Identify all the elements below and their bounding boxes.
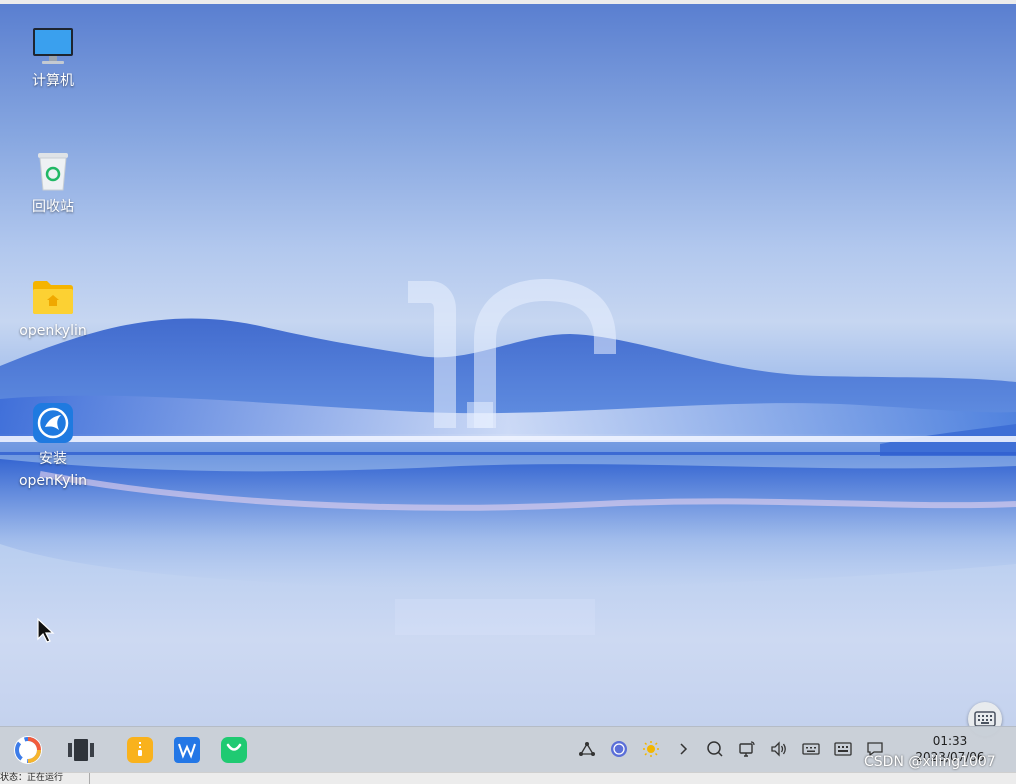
desktop-icon-label: openkylin	[19, 323, 87, 339]
clock-time: 01:33	[932, 734, 968, 748]
vm-status-bar: 状态：正在运行	[0, 772, 1016, 784]
status-separator	[89, 773, 90, 784]
desktop-icon-label-line1: 安装	[39, 451, 67, 467]
desktop-icon-trash[interactable]: 回收站	[8, 150, 98, 218]
expand-arrow-icon[interactable]	[674, 740, 692, 758]
search-icon[interactable]	[706, 740, 724, 758]
desktop-icon-label-line2: openKylin	[18, 473, 88, 489]
computer-icon	[33, 28, 73, 64]
desktop-icon-home-folder[interactable]: openkylin	[8, 278, 98, 342]
desktop[interactable]: 计算机 回收站 openkylin 安装 openKylin	[0, 4, 1016, 726]
input-method-icon[interactable]	[834, 740, 852, 758]
file-manager-icon[interactable]	[125, 735, 155, 765]
desktop-icon-installer[interactable]: 安装 openKylin	[8, 402, 98, 492]
installer-icon	[33, 403, 73, 443]
home-folder-icon	[33, 281, 73, 314]
mouse-cursor-icon	[37, 618, 55, 643]
vm-status-text: 状态：正在运行	[0, 773, 64, 783]
start-menu-icon[interactable]	[13, 735, 43, 765]
desktop-icon-label: 回收站	[32, 199, 74, 215]
desktop-icon-computer[interactable]: 计算机	[8, 26, 98, 92]
trash-icon	[38, 153, 68, 191]
keyboard-icon[interactable]	[802, 740, 820, 758]
keyboard-icon	[974, 711, 996, 727]
desktop-icon-label: 计算机	[32, 73, 74, 89]
vpn-icon[interactable]	[610, 740, 628, 758]
screen-projection-icon[interactable]	[738, 740, 756, 758]
brightness-icon[interactable]	[642, 740, 660, 758]
multitask-view-icon[interactable]	[66, 735, 96, 765]
wps-icon[interactable]	[172, 735, 202, 765]
volume-icon[interactable]	[770, 740, 788, 758]
wallpaper	[0, 278, 1016, 635]
software-store-icon[interactable]	[219, 735, 249, 765]
watermark: CSDN @xiling1007	[864, 754, 996, 770]
network-icon[interactable]	[578, 740, 596, 758]
